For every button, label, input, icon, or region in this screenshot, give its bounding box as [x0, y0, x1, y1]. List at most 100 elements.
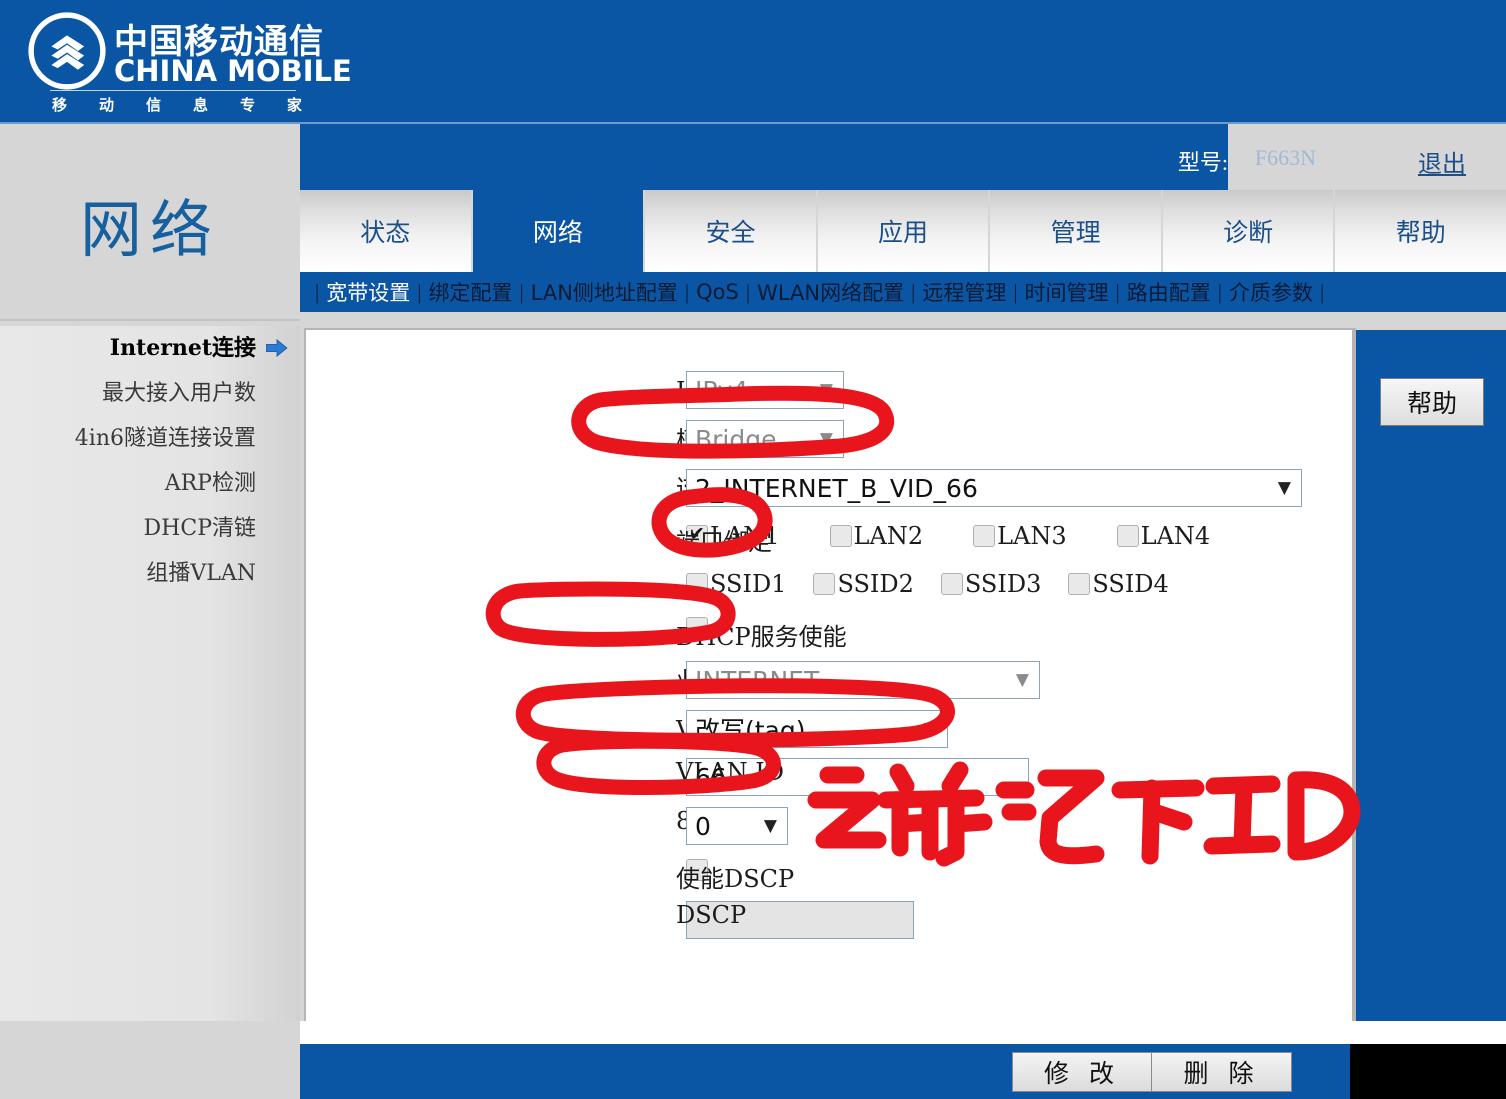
tab-status[interactable]: 状态	[300, 190, 473, 272]
subnav-item-route-config[interactable]: 路由配置	[1127, 277, 1211, 307]
vlan-id-label: VLAN ID	[676, 758, 784, 786]
subnav-item-broadband-settings[interactable]: 宽带设置	[326, 277, 410, 307]
delete-button[interactable]: 删 除	[1152, 1052, 1292, 1092]
dscp-enable-label: 使能DSCP	[676, 865, 795, 893]
ip-version-value: IPv4	[695, 375, 749, 405]
port-binding-ssid-group: SSID1 SSID2 SSID3 SSID4	[686, 570, 1169, 598]
field-row-ip-version: IP协议版本 IPv4 ▼	[676, 371, 844, 409]
checkbox-lan3[interactable]	[973, 525, 996, 547]
sidebar-item-max-users[interactable]: 最大接入用户数	[0, 371, 300, 416]
help-sidebar: 帮助	[1356, 330, 1506, 1021]
tab-help[interactable]: 帮助	[1335, 190, 1506, 272]
sidebar-item-4in6-tunnel[interactable]: 4in6隧道连接设置	[0, 416, 300, 461]
model-label: 型号:	[1177, 150, 1228, 175]
mode-label: 模式	[676, 420, 724, 455]
service-mode-label: 业务模式	[676, 661, 772, 696]
checkbox-ssid4[interactable]	[1068, 573, 1091, 595]
sub-navigation: | 宽带设置 | 绑定配置 | LAN侧地址配置 | QoS | WLAN网络配…	[300, 272, 1506, 312]
dhcp-enable-label: DHCP服务使能	[676, 623, 847, 651]
brand-logo: 中国移动通信 CHINA MOBILE 移动信息专家	[26, 8, 352, 114]
ip-version-select[interactable]: IPv4 ▼	[686, 371, 844, 409]
field-row-dscp: DSCP	[676, 901, 914, 939]
chevron-down-icon: ▼	[763, 816, 777, 836]
chevron-down-icon: ▼	[923, 719, 937, 739]
sidebar-item-label: ARP检测	[164, 471, 256, 496]
tab-diagnostics[interactable]: 诊断	[1162, 190, 1336, 272]
checkbox-ssid2[interactable]	[813, 573, 836, 595]
field-row-conn-name: 连接名称 2_INTERNET_B_VID_66 ▼	[676, 469, 1302, 507]
subnav-item-media-params[interactable]: 介质参数	[1229, 277, 1313, 307]
conn-name-select[interactable]: 2_INTERNET_B_VID_66 ▼	[686, 469, 1302, 507]
conn-name-value: 2_INTERNET_B_VID_66	[695, 473, 978, 503]
left-column-footer	[0, 1021, 300, 1099]
sidebar-item-label: 最大接入用户数	[101, 381, 256, 406]
vlan-mode-field: VLAN 模式 改写(tag) ▼	[676, 710, 948, 748]
broadband-settings-form: IP协议版本 IPv4 ▼ 模式 Bridge ▼	[306, 330, 1352, 1021]
subnav-item-qos[interactable]: QoS	[696, 280, 739, 304]
subnav-item-binding-config[interactable]: 绑定配置	[428, 277, 512, 307]
vlan-mode-select[interactable]: 改写(tag) ▼	[686, 710, 948, 748]
field-row-ssid-binding: SSID1 SSID2 SSID3 SSID4	[686, 570, 1169, 598]
logout-link[interactable]: 退出	[1418, 144, 1466, 179]
modify-button[interactable]: 修 改	[1012, 1052, 1152, 1092]
left-column: 网络 Internet连接 最大接入用户数 4in6隧道连接设置 ARP检测 D…	[0, 122, 301, 1023]
subnav-item-remote-management[interactable]: 远程管理	[922, 277, 1006, 307]
service-mode-select[interactable]: INTERNET ▼	[686, 661, 1040, 699]
sidebar: Internet连接 最大接入用户数 4in6隧道连接设置 ARP检测 DHCP…	[0, 326, 301, 1021]
chevron-down-icon: ▼	[1015, 670, 1029, 690]
vlan-id-field: VLAN ID 66	[676, 758, 1029, 796]
top-bar-blue-fill	[300, 124, 1228, 192]
checkbox-ssid4-label: SSID4	[1092, 570, 1169, 598]
brand-divider	[50, 90, 296, 91]
field-row-dhcp-enable: DHCP服务使能	[676, 617, 847, 651]
p8021p-select[interactable]: 0 ▼	[686, 807, 788, 845]
subnav-separator: |	[684, 279, 690, 304]
conn-name-field: 连接名称 2_INTERNET_B_VID_66 ▼	[676, 469, 1302, 507]
chevron-down-icon: ▼	[819, 429, 833, 449]
chevron-down-icon: ▼	[819, 380, 833, 400]
tab-security[interactable]: 安全	[645, 190, 818, 272]
sidebar-item-dhcp-clear[interactable]: DHCP清链	[0, 506, 300, 551]
vlan-mode-label: VLAN 模式	[676, 710, 803, 745]
content-panel: IP协议版本 IPv4 ▼ 模式 Bridge ▼	[306, 330, 1352, 1021]
field-row-mode: 模式 Bridge ▼	[676, 420, 844, 458]
subnav-item-time-management[interactable]: 时间管理	[1025, 277, 1109, 307]
model-value: F663N	[1254, 145, 1316, 170]
sidebar-item-label: 组播VLAN	[146, 561, 256, 586]
brand-name-en: CHINA MOBILE	[114, 54, 352, 88]
subnav-item-wlan-config[interactable]: WLAN网络配置	[757, 277, 904, 307]
subnav-item-lan-address-config[interactable]: LAN侧地址配置	[531, 277, 678, 307]
checkbox-lan4[interactable]	[1116, 525, 1139, 547]
field-row-dscp-enable: 使能DSCP	[676, 859, 794, 893]
tab-management[interactable]: 管理	[990, 190, 1163, 272]
port-binding-label: 端口绑定	[676, 528, 772, 556]
subnav-separator: |	[417, 279, 422, 304]
mode-select[interactable]: Bridge ▼	[686, 420, 844, 458]
top-bar: 型号: F663N 退出	[300, 122, 1506, 192]
brand-slogan: 移动信息专家	[52, 96, 302, 114]
checkbox-ssid3[interactable]	[940, 573, 963, 595]
sidebar-item-label: 4in6隧道连接设置	[74, 426, 256, 451]
sidebar-item-internet-connection[interactable]: Internet连接	[0, 326, 300, 371]
p8021p-label: 802.1p	[676, 807, 760, 835]
chevron-down-icon: ▼	[1277, 478, 1291, 498]
help-button[interactable]: 帮助	[1380, 378, 1484, 426]
sidebar-item-label: DHCP清链	[143, 516, 256, 541]
china-mobile-logo-icon	[28, 12, 106, 90]
checkbox-ssid3-label: SSID3	[964, 570, 1042, 598]
dscp-enable-field: 使能DSCP	[676, 859, 794, 893]
conn-name-label: 连接名称	[676, 469, 772, 504]
tab-network[interactable]: 网络	[472, 190, 646, 272]
mode-value: Bridge	[695, 424, 777, 454]
subnav-separator: |	[519, 279, 524, 304]
tab-application[interactable]: 应用	[817, 190, 991, 272]
checkbox-ssid1-label: SSID1	[710, 570, 787, 598]
field-row-service-mode: 业务模式 INTERNET ▼	[676, 661, 1040, 699]
sidebar-item-arp-detect[interactable]: ARP检测	[0, 461, 300, 506]
port-binding-lan-group: 端口绑定 ✔ LAN1 LAN2 LAN3 LAN4	[676, 522, 1210, 556]
page-title: 网络	[79, 193, 220, 266]
checkbox-ssid1[interactable]	[686, 573, 708, 595]
p8021p-field: 802.1p 0 ▼	[676, 807, 788, 845]
sidebar-item-multicast-vlan[interactable]: 组播VLAN	[0, 551, 300, 596]
checkbox-lan2[interactable]	[829, 525, 852, 547]
